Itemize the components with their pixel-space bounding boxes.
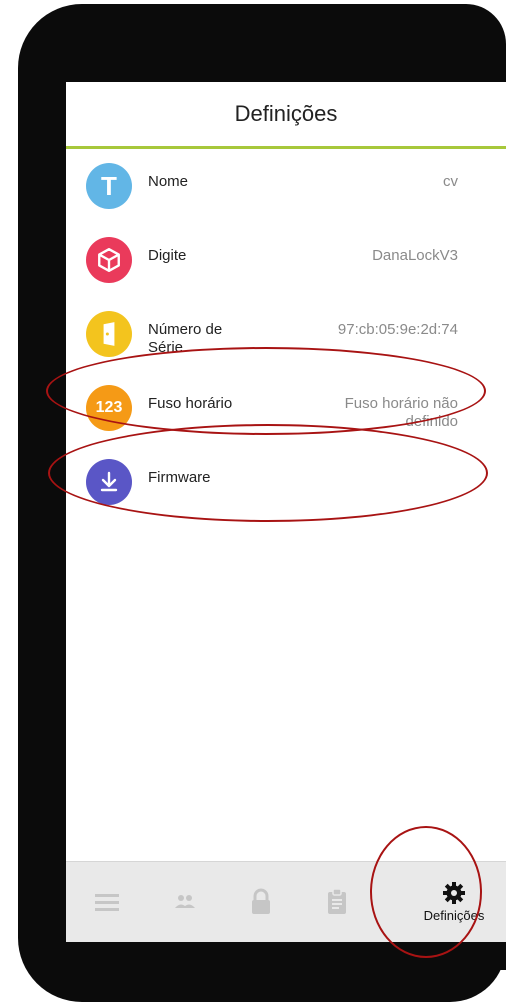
door-icon bbox=[86, 311, 132, 357]
nav-item-menu[interactable] bbox=[72, 862, 142, 942]
text-icon: T bbox=[86, 163, 132, 209]
nav-item-lock[interactable] bbox=[226, 862, 296, 942]
settings-item-value: DanaLockV3 bbox=[372, 247, 458, 264]
nav-item-definicoes[interactable]: Definições bbox=[410, 862, 498, 942]
download-icon bbox=[86, 459, 132, 505]
app-header: Definições bbox=[66, 82, 506, 149]
settings-item-label: Nome bbox=[148, 173, 189, 190]
settings-item-label: Firmware bbox=[148, 469, 211, 486]
clipboard-icon bbox=[328, 888, 346, 914]
settings-item-value: cv bbox=[443, 173, 458, 190]
users-icon bbox=[175, 895, 195, 908]
nav-item-users[interactable] bbox=[150, 862, 220, 942]
bottom-nav: Definições bbox=[66, 861, 506, 942]
settings-item-serie[interactable]: Número de Série 97:cb:05:9e:2d:74 bbox=[66, 297, 506, 371]
settings-item-firmware[interactable]: Firmware bbox=[66, 445, 506, 519]
menu-icon bbox=[95, 894, 119, 911]
app-screen: Definições T Nome cv Digite DanaLockV3 N… bbox=[66, 82, 506, 970]
settings-item-fuso[interactable]: 123 Fuso horário Fuso horário não defini… bbox=[66, 371, 506, 445]
lock-icon bbox=[252, 888, 270, 914]
settings-item-value: Fuso horário não definido bbox=[344, 395, 458, 430]
nav-item-clipboard[interactable] bbox=[302, 862, 372, 942]
settings-item-value: 97:cb:05:9e:2d:74 bbox=[337, 321, 458, 338]
settings-item-nome[interactable]: T Nome cv bbox=[66, 149, 506, 223]
nav-label-definicoes: Definições bbox=[423, 908, 485, 923]
screen-bottom-bezel bbox=[66, 942, 506, 970]
number-icon: 123 bbox=[86, 385, 132, 431]
settings-item-digite[interactable]: Digite DanaLockV3 bbox=[66, 223, 506, 297]
settings-item-label: Fuso horário bbox=[148, 395, 233, 412]
settings-item-label: Digite bbox=[148, 247, 187, 264]
phone-frame: Definições T Nome cv Digite DanaLockV3 N… bbox=[18, 4, 506, 1002]
page-title: Definições bbox=[234, 101, 338, 126]
cube-icon bbox=[86, 237, 132, 283]
settings-item-label: Número de Série bbox=[148, 321, 223, 356]
gear-icon bbox=[443, 882, 465, 904]
settings-list: T Nome cv Digite DanaLockV3 Número de Sé… bbox=[66, 149, 506, 519]
